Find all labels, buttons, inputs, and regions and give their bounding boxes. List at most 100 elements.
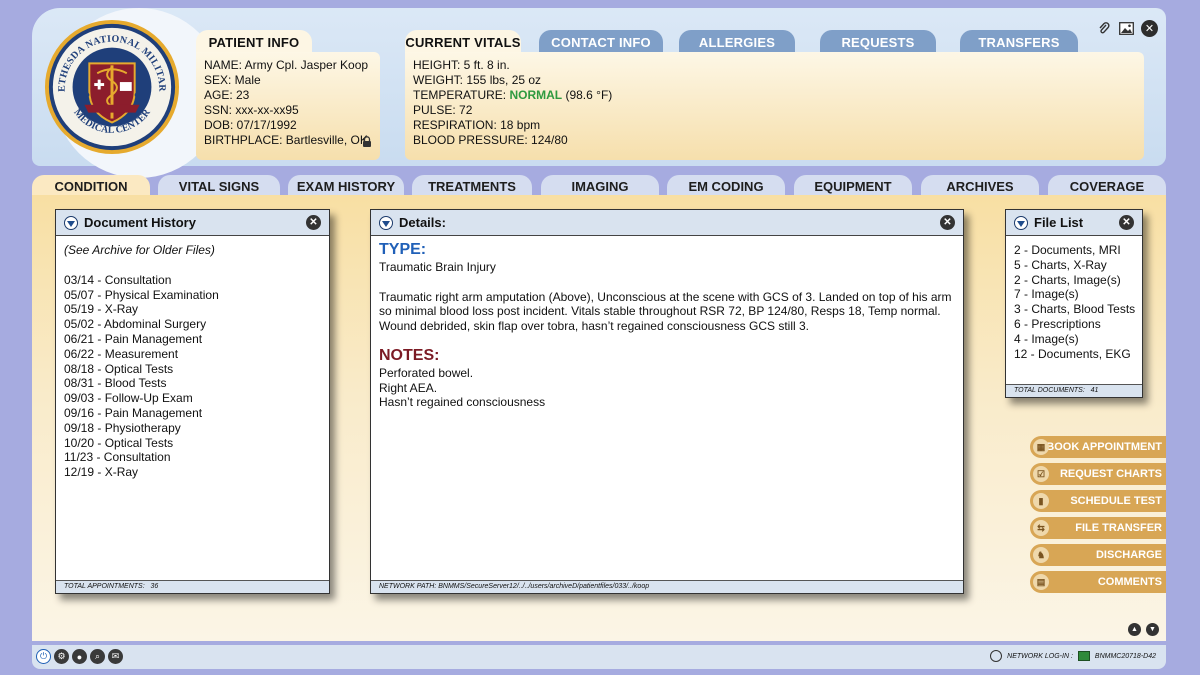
gear-icon[interactable]: ⚙ (54, 649, 69, 664)
list-item[interactable]: 08/18 - Optical Tests (64, 362, 321, 377)
collapse-arrow-icon[interactable] (379, 215, 393, 230)
tab-archives[interactable]: ARCHIVES (921, 175, 1039, 197)
list-item[interactable]: 12 - Documents, EKG (1014, 347, 1134, 362)
tab-equipment[interactable]: EQUIPMENT (794, 175, 912, 197)
list-item[interactable]: 09/18 - Physiotherapy (64, 421, 321, 436)
discharge-label: DISCHARGE (1095, 549, 1162, 561)
document-history-body: (See Archive for Older Files) 03/14 - Co… (56, 236, 329, 487)
list-item[interactable]: 11/23 - Consultation (64, 450, 321, 465)
calendar-icon: ▦ (1033, 439, 1049, 455)
list-item[interactable]: 3 - Charts, Blood Tests (1014, 302, 1135, 317)
power-icon[interactable]: ⏻ (36, 649, 51, 664)
network-path-footer: NETWORK PATH: BNMMS/SecureServer12/../..… (371, 580, 963, 593)
file-transfer-button[interactable]: ⇆ FILE TRANSFER (1030, 517, 1166, 539)
comments-button[interactable]: ▤ COMMENTS (1030, 571, 1166, 593)
collapse-arrow-icon[interactable] (1014, 215, 1028, 230)
tab-allergies[interactable]: ALLERGIES (679, 30, 795, 54)
arrow-up-icon[interactable]: ▲ (1128, 623, 1141, 636)
close-icon[interactable]: ✕ (1119, 215, 1134, 230)
notes-heading: NOTES: (379, 346, 440, 364)
patient-age: AGE: 23 (204, 88, 250, 102)
current-vitals-panel: HEIGHT: 5 ft. 8 in. WEIGHT: 155 lbs, 25 … (405, 52, 1144, 160)
list-item[interactable]: 2 - Documents, MRI (1014, 243, 1134, 258)
file-list-panel: File List ✕ 2 - Documents, MRI 5 - Chart… (1005, 209, 1143, 398)
discharge-button[interactable]: ♞ DISCHARGE (1030, 544, 1166, 566)
tab-vital-signs[interactable]: VITAL SIGNS (158, 175, 280, 197)
total-documents-footer: TOTAL DOCUMENTS: 41 (1006, 384, 1142, 397)
list-item[interactable]: 08/31 - Blood Tests (64, 376, 321, 391)
type-value: Traumatic Brain Injury (379, 259, 496, 274)
file-transfer-label: FILE TRANSFER (1075, 522, 1162, 534)
tab-transfers[interactable]: TRANSFERS (960, 30, 1078, 54)
list-item[interactable]: 05/02 - Abdominal Surgery (64, 317, 321, 332)
list-item[interactable]: 05/07 - Physical Examination (64, 288, 321, 303)
tab-current-vitals[interactable]: CURRENT VITALS (405, 30, 521, 54)
list-item[interactable]: 06/22 - Measurement (64, 347, 321, 362)
network-computer-icon (1077, 651, 1090, 661)
schedule-test-label: SCHEDULE TEST (1070, 495, 1162, 507)
condition-description: Traumatic right arm amputation (Above), … (379, 289, 952, 334)
schedule-test-button[interactable]: ▮ SCHEDULE TEST (1030, 490, 1166, 512)
details-body: TYPE: Traumatic Brain Injury Traumatic r… (371, 236, 963, 417)
tab-patient-info[interactable]: PATIENT INFO (196, 30, 312, 54)
list-item[interactable]: 6 - Prescriptions (1014, 317, 1134, 332)
document-history-title: Document History (84, 215, 196, 230)
list-item[interactable]: 2 - Charts, Image(s) (1014, 273, 1134, 288)
vital-weight: WEIGHT: 155 lbs, 25 oz (413, 73, 542, 87)
patient-info-panel: NAME: Army Cpl. Jasper Koop SEX: Male AG… (196, 52, 380, 160)
image-icon[interactable] (1118, 20, 1135, 37)
list-item[interactable]: 09/16 - Pain Management (64, 406, 321, 421)
tab-imaging[interactable]: IMAGING (541, 175, 659, 197)
vital-blood-pressure: BLOOD PRESSURE: 124/80 (413, 133, 568, 147)
tab-coverage[interactable]: COVERAGE (1048, 175, 1166, 197)
patient-birthplace: BIRTHPLACE: Bartlesville, OK (204, 133, 368, 147)
total-appointments-value: 36 (150, 583, 159, 590)
status-bar: ⏻ ⚙ ● ⌕ ✉ NETWORK LOG-IN : BNMMC20718-D4… (32, 645, 1166, 669)
request-charts-button[interactable]: ☑ REQUEST CHARTS (1030, 463, 1166, 485)
book-appointment-label: BOOK APPOINTMENT (1046, 441, 1162, 453)
tab-exam-history[interactable]: EXAM HISTORY (288, 175, 404, 197)
document-icon: ▤ (1033, 574, 1049, 590)
file-list-title: File List (1034, 215, 1084, 230)
list-item[interactable]: 10/20 - Optical Tests (64, 436, 321, 451)
file-list-header: File List ✕ (1006, 210, 1142, 236)
vital-temperature: TEMPERATURE: NORMAL (98.6 °F) (413, 88, 1136, 103)
user-icon[interactable]: ● (72, 649, 87, 664)
list-item[interactable]: 5 - Charts, X-Ray (1014, 258, 1134, 273)
close-icon[interactable]: ✕ (1141, 20, 1158, 37)
total-documents-value: 41 (1090, 387, 1099, 394)
tab-em-coding[interactable]: EM CODING (667, 175, 785, 197)
mail-icon[interactable]: ✉ (108, 649, 123, 664)
note-line: Hasn’t regained consciousness (379, 395, 546, 410)
vital-respiration: RESPIRATION: 18 bpm (413, 118, 541, 132)
arrow-down-icon[interactable]: ▼ (1146, 623, 1159, 636)
collapse-arrow-icon[interactable] (64, 215, 78, 230)
list-item[interactable]: 4 - Image(s) (1014, 332, 1134, 347)
network-login: NETWORK LOG-IN : BNMMC20718-D42 (990, 650, 1156, 662)
list-item[interactable]: 03/14 - Consultation (64, 273, 321, 288)
transfer-arrows-icon: ⇆ (1033, 520, 1049, 536)
list-item[interactable]: 06/21 - Pain Management (64, 332, 321, 347)
total-appointments-footer: TOTAL APPOINTMENTS: 36 (56, 580, 329, 593)
header-panel: ✕ PATIENT INFO CURRENT VITALS CONTACT IN… (32, 8, 1166, 178)
patient-dob: DOB: 07/17/1992 (204, 118, 297, 132)
tab-contact-info[interactable]: CONTACT INFO (539, 30, 663, 54)
tab-treatments[interactable]: TREATMENTS (412, 175, 532, 197)
note-line: Perforated bowel. (379, 365, 474, 380)
close-icon[interactable]: ✕ (306, 215, 321, 230)
temperature-value: (98.6 °F) (562, 88, 613, 102)
list-item[interactable]: 09/03 - Follow-Up Exam (64, 391, 321, 406)
list-item[interactable]: 7 - Image(s) (1014, 287, 1134, 302)
vital-height: HEIGHT: 5 ft. 8 in. (413, 58, 510, 72)
book-appointment-button[interactable]: ▦ BOOK APPOINTMENT (1030, 436, 1166, 458)
paperclip-icon[interactable] (1095, 20, 1112, 37)
search-icon[interactable]: ⌕ (90, 649, 105, 664)
scroll-arrows: ▲ ▼ (1128, 623, 1159, 636)
list-item[interactable]: 05/19 - X-Ray (64, 302, 321, 317)
tab-condition[interactable]: CONDITION (32, 175, 150, 197)
close-icon[interactable]: ✕ (940, 215, 955, 230)
system-icons: ⏻ ⚙ ● ⌕ ✉ (36, 649, 123, 664)
tab-requests[interactable]: REQUESTS (820, 30, 936, 54)
lock-icon[interactable] (362, 136, 372, 147)
list-item[interactable]: 12/19 - X-Ray (64, 465, 321, 480)
